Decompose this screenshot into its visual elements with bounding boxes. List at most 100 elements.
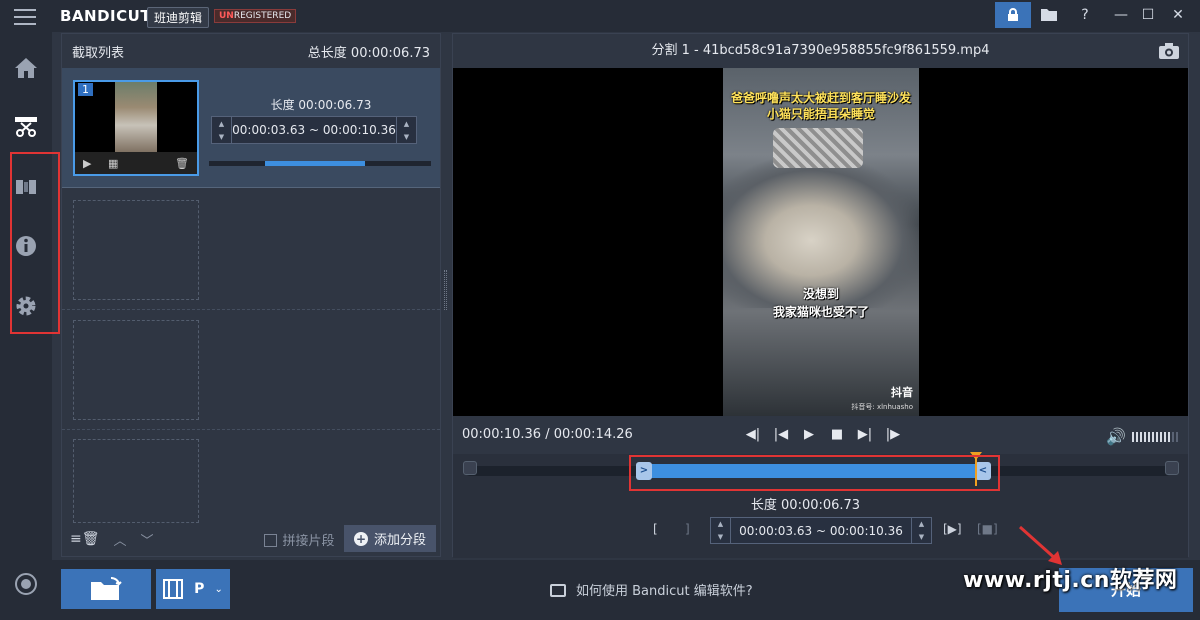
play-icon[interactable]: ▶ xyxy=(83,157,91,170)
segment-time-text[interactable]: 00:00:03.63 ~ 00:00:10.36 xyxy=(232,123,396,137)
open-folder-icon xyxy=(91,577,122,600)
bandicut-window: BANDICUT 班迪剪辑 UNREGISTERED ? — ☐ ✕ 截取列表 … xyxy=(0,0,1200,620)
watermark-text: www.rjtj.cn软荐网 xyxy=(963,568,1178,593)
title-bar: BANDICUT 班迪剪辑 UNREGISTERED ? — ☐ ✕ xyxy=(0,0,1200,32)
volume-icon[interactable]: 🔊 xyxy=(1106,427,1126,446)
cut-list-footer: ≡🗑 ︿ ﹀ 拼接片段 + 添加分段 xyxy=(62,522,440,556)
go-to-end-icon[interactable]: |▶ xyxy=(883,425,903,445)
menu-icon[interactable] xyxy=(14,9,36,25)
cut-icon[interactable] xyxy=(0,107,52,147)
camera-icon[interactable] xyxy=(1158,42,1180,60)
merge-segments-label: 拼接片段 xyxy=(282,533,335,549)
volume-bar xyxy=(1160,431,1162,442)
volume-bar xyxy=(1132,431,1134,442)
help-text[interactable]: 如何使用 Bandicut 编辑软件? xyxy=(576,584,753,599)
lock-icon[interactable] xyxy=(995,2,1031,28)
empty-segment-slot xyxy=(73,200,199,300)
tiktok-logo: 抖音 xyxy=(891,386,913,399)
record-icon[interactable] xyxy=(0,564,52,604)
timeline-length: 长度 00:00:06.73 xyxy=(750,498,861,513)
trash-icon[interactable]: 🗑 xyxy=(175,157,189,170)
help-icon[interactable]: ? xyxy=(1067,2,1103,28)
cut-list-title: 截取列表 xyxy=(72,45,125,61)
stop-icon[interactable]: ■ xyxy=(827,425,847,445)
volume-bar xyxy=(1168,431,1170,442)
volume-bar xyxy=(1164,431,1166,442)
help-link[interactable]: 如何使用 Bandicut 编辑软件? xyxy=(550,580,753,599)
grid-icon[interactable]: ▦ xyxy=(108,157,118,170)
brand-logo: BANDICUT xyxy=(60,7,152,25)
timeline-time-text[interactable]: 00:00:03.63 ~ 00:00:10.36 xyxy=(731,524,911,538)
segment-separator: ~ xyxy=(308,123,320,137)
move-down-icon[interactable]: ﹀ xyxy=(141,530,154,549)
caption-top-1: 爸爸呼噜声太大被赶到客厅睡沙发 xyxy=(730,91,911,105)
volume-bar xyxy=(1156,431,1158,442)
timeline-start[interactable]: 00:00:03.63 xyxy=(739,524,812,538)
caption-top-2: 小猫只能捂耳朵睡觉 xyxy=(766,107,875,121)
unregistered-badge[interactable]: UNREGISTERED xyxy=(214,9,297,23)
segment-thumbnail[interactable]: 1 ▶ ▦ 🗑 xyxy=(73,80,199,176)
brand-cn-label: 班迪剪辑 xyxy=(147,7,210,28)
folder-icon[interactable] xyxy=(1031,2,1067,28)
segment-end[interactable]: 00:00:10.36 xyxy=(323,123,396,137)
end-stepper[interactable]: ▲ ▼ xyxy=(396,117,416,143)
next-frame-icon[interactable]: ▶| xyxy=(855,425,875,445)
segment-progress-track xyxy=(209,161,431,166)
end-stepper[interactable]: ▲ ▼ xyxy=(911,518,931,543)
timeline-end[interactable]: 00:00:10.36 xyxy=(830,524,903,538)
volume-control[interactable]: 🔊 xyxy=(1106,427,1178,446)
video-preview[interactable]: 爸爸呼噜声太大被赶到客厅睡沙发 小猫只能捂耳朵睡觉 没想到 我家猫咪也受不了 抖… xyxy=(453,68,1188,416)
volume-bar xyxy=(1172,431,1174,442)
prev-frame-icon[interactable]: |◀ xyxy=(771,425,791,445)
mode-label: P xyxy=(194,581,205,597)
play-icon[interactable]: ▶ xyxy=(799,425,819,445)
segment-progress-fill xyxy=(265,161,365,166)
empty-segment-slot xyxy=(73,439,199,523)
panel-splitter[interactable] xyxy=(444,270,447,310)
cut-list-panel: 截取列表 总长度 00:00:06.73 1 ▶ ▦ 🗑 长度 00:00:06… xyxy=(61,33,441,557)
empty-segment-slot xyxy=(73,320,199,420)
chat-icon xyxy=(550,584,566,597)
segment-row[interactable]: 1 ▶ ▦ 🗑 长度 00:00:06.73 ▲ ▼ 00:00:03.63 ~ … xyxy=(62,68,440,188)
play-selection-icon[interactable]: [▶] xyxy=(943,522,962,536)
timeline-end-handle[interactable] xyxy=(1165,461,1179,475)
start-stepper[interactable]: ▲ ▼ xyxy=(711,518,731,543)
go-to-start-icon[interactable]: ◀| xyxy=(743,425,763,445)
home-icon[interactable] xyxy=(0,48,52,88)
timeline-start-handle[interactable] xyxy=(463,461,477,475)
row-separator xyxy=(62,429,440,430)
set-end-bracket[interactable]: ] xyxy=(685,522,690,536)
volume-bar xyxy=(1136,431,1138,442)
pillow-image xyxy=(773,128,863,168)
timeline-time-range[interactable]: ▲ ▼ 00:00:03.63 ~ 00:00:10.36 ▲ ▼ xyxy=(710,517,932,544)
segment-number: 1 xyxy=(78,83,93,96)
add-segment-label: 添加分段 xyxy=(373,533,426,548)
clear-list-icon[interactable]: ≡🗑 xyxy=(70,531,100,547)
volume-level[interactable] xyxy=(1132,431,1178,442)
segment-time-range[interactable]: ▲ ▼ 00:00:03.63 ~ 00:00:10.36 ▲ ▼ xyxy=(211,116,417,144)
stop-selection-icon[interactable]: [■] xyxy=(977,522,998,536)
set-start-bracket[interactable]: [ xyxy=(653,522,658,536)
thumbnail-image xyxy=(115,82,157,154)
highlight-box-selection xyxy=(629,455,1000,491)
arrow-annotation xyxy=(1018,525,1062,565)
chevron-down-icon[interactable]: ⌄ xyxy=(214,584,222,595)
volume-bar xyxy=(1140,431,1142,442)
mode-button[interactable]: P ⌄ xyxy=(156,569,230,609)
close-icon[interactable]: ✕ xyxy=(1160,2,1196,28)
player-title: 分割 1 - 41bcd58c91a7390e958855fc9f861559.… xyxy=(651,43,990,58)
open-file-button[interactable] xyxy=(61,569,151,609)
add-segment-button[interactable]: + 添加分段 xyxy=(343,525,436,552)
start-stepper[interactable]: ▲ ▼ xyxy=(212,117,232,143)
video-frame: 爸爸呼噜声太大被赶到客厅睡沙发 小猫只能捂耳朵睡觉 没想到 我家猫咪也受不了 抖… xyxy=(723,68,919,416)
merge-segments-checkbox[interactable]: 拼接片段 xyxy=(263,530,335,549)
playback-time: 00:00:10.36 / 00:00:14.26 xyxy=(462,427,633,442)
volume-bar xyxy=(1144,431,1146,442)
film-icon xyxy=(163,579,184,599)
segment-start[interactable]: 00:00:03.63 xyxy=(232,123,305,137)
volume-bar xyxy=(1148,431,1150,442)
volume-bar xyxy=(1152,431,1154,442)
highlight-box-nav xyxy=(10,152,60,334)
playback-controls: 00:00:10.36 / 00:00:14.26 ◀| |◀ ▶ ■ ▶| |… xyxy=(453,417,1188,453)
move-up-icon[interactable]: ︿ xyxy=(114,530,127,549)
